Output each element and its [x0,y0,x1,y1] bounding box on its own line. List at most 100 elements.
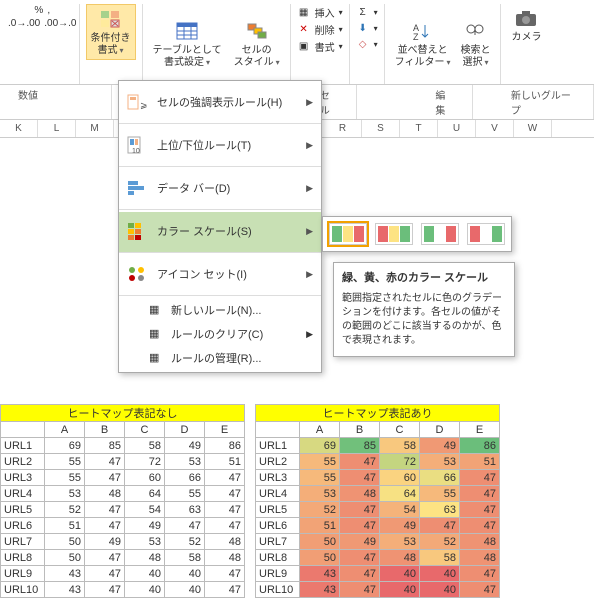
data-cell[interactable]: 47 [205,502,245,518]
data-cell[interactable]: 53 [125,534,165,550]
data-cell[interactable]: 47 [85,454,125,470]
data-cell[interactable]: 47 [420,518,460,534]
data-cell[interactable]: 52 [420,534,460,550]
data-cell[interactable]: 48 [340,486,380,502]
data-cell[interactable]: 63 [165,502,205,518]
data-cell[interactable]: 47 [460,518,500,534]
data-cell[interactable]: 58 [125,438,165,454]
format-button[interactable]: ▣書式▾ [297,38,343,55]
data-cell[interactable]: 47 [340,582,380,598]
data-cell[interactable]: 49 [380,518,420,534]
data-cell[interactable]: 53 [300,486,340,502]
data-cell[interactable]: 47 [205,486,245,502]
data-cell[interactable]: 53 [45,486,85,502]
data-cell[interactable]: 60 [125,470,165,486]
menu-icon-sets[interactable]: アイコン セット(I)▶ [119,255,321,296]
clear-button[interactable]: ◇▾ [356,36,378,52]
data-cell[interactable]: 47 [460,470,500,486]
data-cell[interactable]: 85 [340,438,380,454]
menu-top-bottom-rules[interactable]: 10 上位/下位ルール(T)▶ [119,126,321,167]
data-cell[interactable]: 48 [460,550,500,566]
color-scale-ryg[interactable] [375,223,413,245]
data-cell[interactable]: 47 [205,566,245,582]
data-cell[interactable]: 63 [420,502,460,518]
data-cell[interactable]: 47 [340,502,380,518]
data-cell[interactable]: 53 [380,534,420,550]
data-cell[interactable]: 50 [300,534,340,550]
data-cell[interactable]: 43 [45,566,85,582]
data-cell[interactable]: 64 [380,486,420,502]
data-cell[interactable]: 47 [205,470,245,486]
data-cell[interactable]: 47 [340,518,380,534]
data-cell[interactable]: 60 [380,470,420,486]
data-cell[interactable]: 58 [165,550,205,566]
data-cell[interactable]: 40 [165,582,205,598]
data-cell[interactable]: 50 [45,534,85,550]
menu-manage-rules[interactable]: ▦ルールの管理(R)... [119,346,321,370]
data-cell[interactable]: 52 [165,534,205,550]
data-cell[interactable]: 47 [460,566,500,582]
data-cell[interactable]: 47 [205,582,245,598]
data-cell[interactable]: 66 [165,470,205,486]
data-cell[interactable]: 55 [45,470,85,486]
data-cell[interactable]: 47 [460,582,500,598]
color-scale-gwr[interactable] [421,223,459,245]
data-cell[interactable]: 43 [300,566,340,582]
data-cell[interactable]: 47 [340,454,380,470]
insert-button[interactable]: ▦挿入▾ [297,4,343,21]
find-select-button[interactable]: 検索と 選択 [456,17,494,71]
data-cell[interactable]: 49 [420,438,460,454]
data-cell[interactable]: 40 [380,566,420,582]
data-cell[interactable]: 40 [380,582,420,598]
data-cell[interactable]: 52 [300,502,340,518]
format-as-table-button[interactable]: テーブルとして 書式設定 [149,17,226,71]
data-cell[interactable]: 69 [45,438,85,454]
data-cell[interactable]: 51 [205,454,245,470]
data-cell[interactable]: 47 [460,502,500,518]
conditional-formatting-button[interactable]: 条件付き 書式 [86,4,136,60]
data-cell[interactable]: 47 [85,582,125,598]
data-cell[interactable]: 72 [125,454,165,470]
data-cell[interactable]: 53 [420,454,460,470]
data-cell[interactable]: 72 [380,454,420,470]
data-cell[interactable]: 47 [85,518,125,534]
data-cell[interactable]: 49 [125,518,165,534]
data-cell[interactable]: 49 [165,438,205,454]
menu-color-scales[interactable]: カラー スケール(S)▶ [119,212,321,253]
data-cell[interactable]: 43 [300,582,340,598]
data-cell[interactable]: 51 [460,454,500,470]
data-cell[interactable]: 69 [300,438,340,454]
data-cell[interactable]: 48 [205,550,245,566]
menu-highlight-rules[interactable]: ⩾ セルの強調表示ルール(H)▶ [119,83,321,124]
autosum-button[interactable]: Σ▾ [356,4,378,20]
data-cell[interactable]: 47 [340,566,380,582]
data-cell[interactable]: 55 [300,470,340,486]
camera-button[interactable]: カメラ [507,4,545,46]
data-cell[interactable]: 54 [380,502,420,518]
data-cell[interactable]: 48 [380,550,420,566]
percent-format[interactable]: %, [34,4,50,17]
data-cell[interactable]: 47 [460,486,500,502]
data-cell[interactable]: 55 [300,454,340,470]
sort-filter-button[interactable]: AZ 並べ替えと フィルター [391,17,455,71]
data-cell[interactable]: 53 [165,454,205,470]
data-cell[interactable]: 66 [420,470,460,486]
data-cell[interactable]: 86 [205,438,245,454]
color-scale-rwg[interactable] [467,223,505,245]
menu-data-bars[interactable]: データ バー(D)▶ [119,169,321,210]
data-cell[interactable]: 58 [380,438,420,454]
data-cell[interactable]: 40 [420,582,460,598]
data-cell[interactable]: 47 [165,518,205,534]
data-cell[interactable]: 50 [300,550,340,566]
data-cell[interactable]: 47 [340,470,380,486]
data-cell[interactable]: 49 [340,534,380,550]
data-cell[interactable]: 86 [460,438,500,454]
data-cell[interactable]: 58 [420,550,460,566]
data-cell[interactable]: 47 [205,518,245,534]
data-cell[interactable]: 40 [125,566,165,582]
data-cell[interactable]: 43 [45,582,85,598]
data-cell[interactable]: 49 [85,534,125,550]
data-cell[interactable]: 40 [420,566,460,582]
data-cell[interactable]: 55 [165,486,205,502]
data-cell[interactable]: 51 [45,518,85,534]
